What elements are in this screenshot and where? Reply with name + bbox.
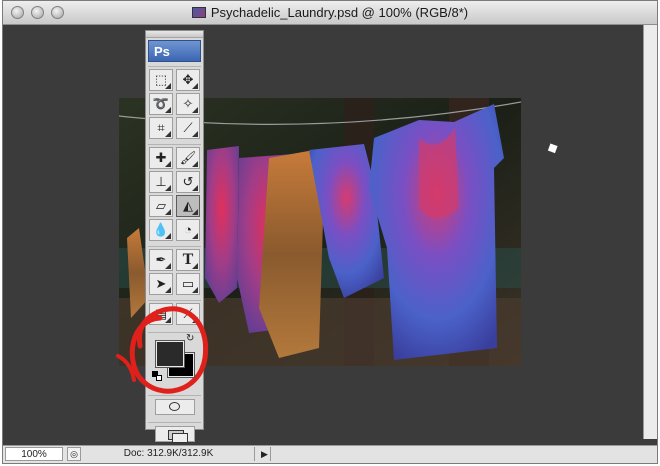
shape-tool[interactable]: ▭ bbox=[176, 273, 200, 295]
window-title: Psychadelic_Laundry.psd @ 100% (RGB/8*) bbox=[210, 5, 469, 20]
history-brush-tool[interactable]: ↺ bbox=[176, 171, 200, 193]
screen-mode-section bbox=[148, 422, 201, 445]
canvas-area[interactable]: ◆ bbox=[3, 25, 645, 439]
brush-tool[interactable]: 🖌 bbox=[176, 147, 200, 169]
tools-panel: Ps ⬚ ✥ ➰ ✧ ⌗ ⟋ ✚ 🖌 ⊥ ↺ ▱ ◭ 💧 ◔ ✒ T ➤ ▭ ▤… bbox=[145, 30, 204, 443]
swap-colors-icon[interactable]: ↻ bbox=[186, 333, 194, 344]
pen-tool[interactable]: ✒ bbox=[149, 249, 173, 271]
clone-stamp-tool[interactable]: ⊥ bbox=[149, 171, 173, 193]
zoom-level-field[interactable]: 100% bbox=[5, 447, 63, 461]
paint-bucket-cursor-icon: ◆ bbox=[543, 137, 561, 157]
tool-group-painting: ✚ 🖌 ⊥ ↺ ▱ ◭ 💧 ◔ bbox=[148, 144, 201, 242]
paint-bucket-tool[interactable]: ◭ bbox=[176, 195, 200, 217]
photoshop-logo[interactable]: Ps bbox=[148, 40, 201, 62]
quick-mask-icon bbox=[168, 402, 180, 411]
default-colors-icon[interactable] bbox=[152, 371, 162, 381]
document-window: Psychadelic_Laundry.psd @ 100% (RGB/8*) bbox=[2, 0, 658, 464]
crop-tool[interactable]: ⌗ bbox=[149, 117, 173, 139]
tool-group-vector: ✒ T ➤ ▭ bbox=[148, 246, 201, 296]
status-menu-arrow-icon[interactable]: ▶ bbox=[259, 447, 271, 461]
slice-tool[interactable]: ⟋ bbox=[176, 117, 200, 139]
color-swatches: ↻ bbox=[148, 332, 201, 391]
screen-mode-button[interactable] bbox=[154, 426, 195, 443]
title-bar[interactable]: Psychadelic_Laundry.psd @ 100% (RGB/8*) bbox=[3, 1, 657, 25]
status-icon[interactable]: ◎ bbox=[67, 447, 81, 461]
blur-tool[interactable]: 💧 bbox=[149, 219, 173, 241]
psd-file-icon bbox=[191, 7, 206, 18]
tools-panel-grip[interactable] bbox=[146, 31, 203, 38]
window-title-row: Psychadelic_Laundry.psd @ 100% (RGB/8*) bbox=[3, 5, 657, 20]
tool-group-navigation: ▤ ⟋ bbox=[148, 300, 201, 326]
quick-mask-button[interactable] bbox=[154, 399, 195, 415]
healing-brush-tool[interactable]: ✚ bbox=[149, 147, 173, 169]
notes-tool[interactable]: ▤ bbox=[149, 303, 173, 325]
magic-wand-tool[interactable]: ✧ bbox=[176, 93, 200, 115]
foreground-color-swatch[interactable] bbox=[155, 340, 185, 368]
quick-mask-section bbox=[148, 395, 201, 418]
vertical-scrollbar[interactable] bbox=[643, 25, 657, 439]
rectangular-marquee-tool[interactable]: ⬚ bbox=[149, 69, 173, 91]
move-tool[interactable]: ✥ bbox=[176, 69, 200, 91]
type-tool[interactable]: T bbox=[176, 249, 200, 271]
eraser-tool[interactable]: ▱ bbox=[149, 195, 173, 217]
dodge-tool[interactable]: ◔ bbox=[176, 219, 200, 241]
eyedropper-tool[interactable]: ⟋ bbox=[176, 303, 200, 325]
lasso-tool[interactable]: ➰ bbox=[149, 93, 173, 115]
tool-group-selection: ⬚ ✥ ➰ ✧ ⌗ ⟋ bbox=[148, 66, 201, 140]
status-bar: 100% ◎ Doc: 312.9K/312.9K ▶ bbox=[3, 445, 657, 463]
screen-mode-icon-front bbox=[171, 433, 188, 443]
path-selection-tool[interactable]: ➤ bbox=[149, 273, 173, 295]
doc-size-info: Doc: 312.9K/312.9K bbox=[83, 447, 255, 461]
